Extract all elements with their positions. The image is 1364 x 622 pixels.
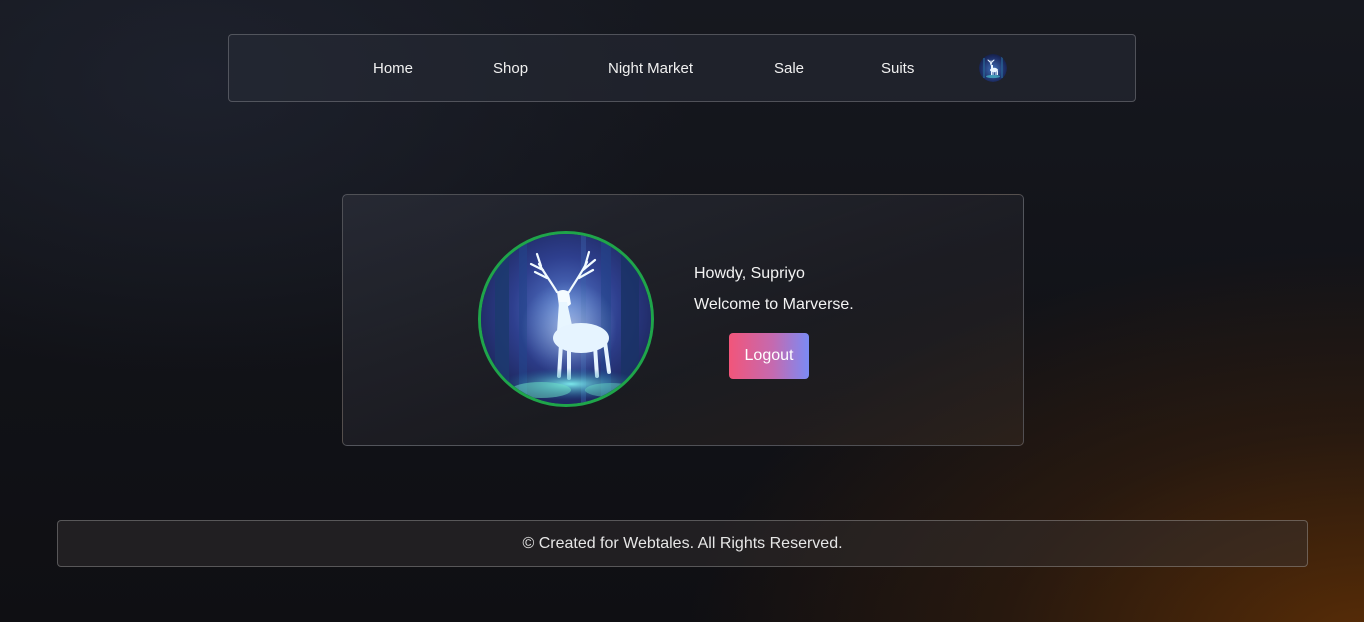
greeting-text: Howdy, Supriyo [694, 265, 805, 282]
nav-night-market-link[interactable]: Night Market [608, 35, 693, 103]
stag-avatar-icon[interactable] [979, 54, 1007, 82]
nav-shop-link[interactable]: Shop [493, 35, 528, 103]
nav-home-link[interactable]: Home [373, 35, 413, 103]
glowing-stag-image [478, 231, 654, 407]
footer-copyright-text: © Created for Webtales. All Rights Reser… [522, 535, 843, 552]
footer: © Created for Webtales. All Rights Reser… [57, 520, 1308, 567]
nav-suits-link[interactable]: Suits [881, 35, 914, 103]
nav-sale-link[interactable]: Sale [774, 35, 804, 103]
top-nav: Home Shop Night Market Sale Suits [228, 34, 1136, 102]
welcome-text: Welcome to Marverse. [694, 296, 854, 313]
profile-card: Howdy, Supriyo Welcome to Marverse. Logo… [342, 194, 1024, 446]
logout-button[interactable]: Logout [729, 333, 809, 379]
